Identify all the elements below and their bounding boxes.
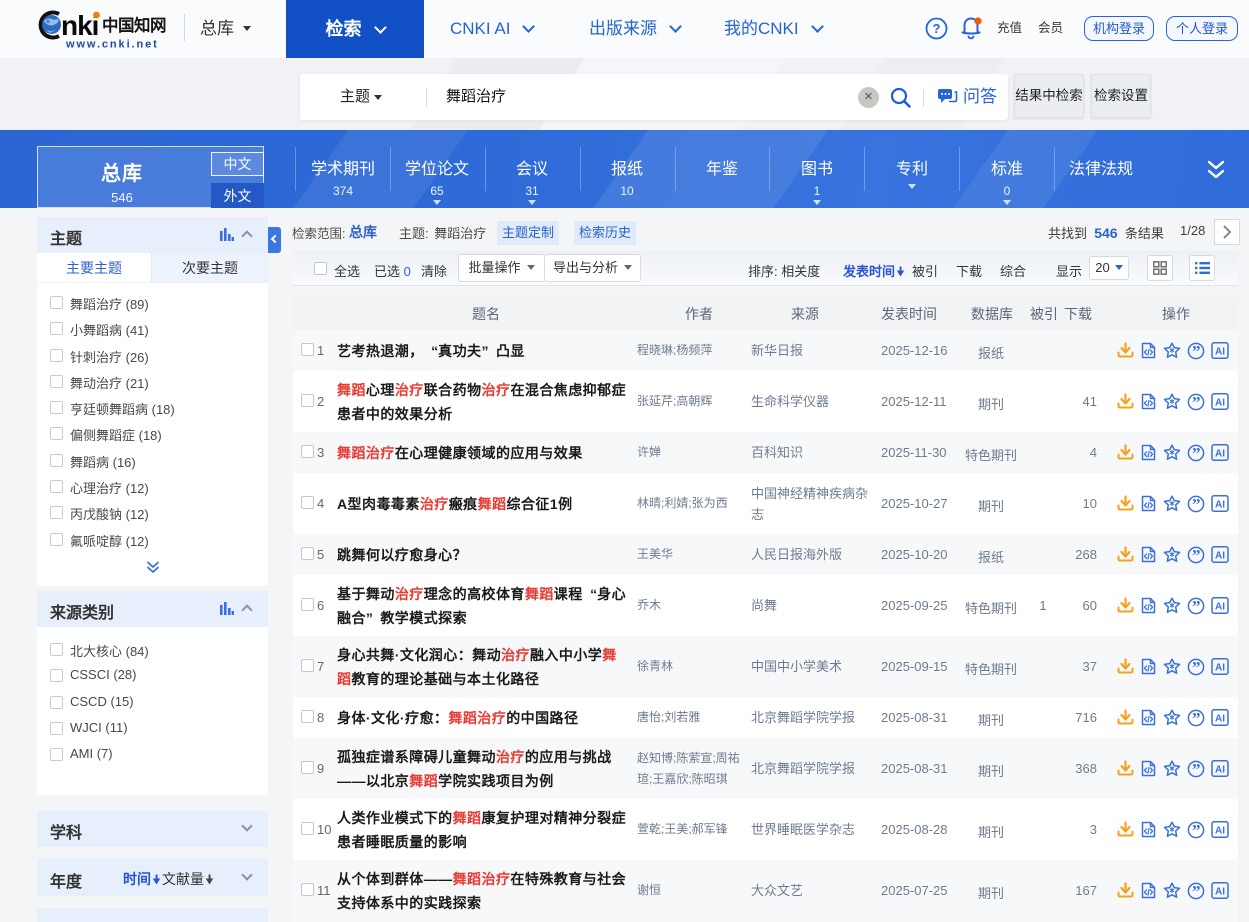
svg-text:”: ” xyxy=(1192,760,1201,778)
svg-text:nki: nki xyxy=(61,10,98,41)
svg-text:AI: AI xyxy=(1215,713,1225,724)
svg-text:”: ” xyxy=(1192,658,1201,676)
svg-text:中国知网: 中国知网 xyxy=(102,15,166,35)
svg-text:AI: AI xyxy=(1215,601,1225,612)
svg-text:AI: AI xyxy=(1215,397,1225,408)
svg-text:AI: AI xyxy=(1215,550,1225,561)
svg-text:”: ” xyxy=(1192,444,1201,462)
svg-text:AI: AI xyxy=(1215,499,1225,510)
svg-text:AI: AI xyxy=(1215,346,1225,357)
svg-text:”: ” xyxy=(1192,821,1201,839)
svg-text:”: ” xyxy=(1192,342,1201,360)
svg-text:www.cnki.net: www.cnki.net xyxy=(65,39,159,51)
svg-text:”: ” xyxy=(1192,882,1201,900)
svg-text:”: ” xyxy=(1192,393,1201,411)
svg-text:”: ” xyxy=(1192,709,1201,727)
svg-text:”: ” xyxy=(1192,546,1201,564)
svg-text:AI: AI xyxy=(1215,662,1225,673)
svg-text:?: ? xyxy=(933,21,941,36)
svg-text:”: ” xyxy=(1192,597,1201,615)
svg-text:AI: AI xyxy=(1215,764,1225,775)
svg-text:AI: AI xyxy=(1215,886,1225,897)
svg-text:AI: AI xyxy=(1215,825,1225,836)
svg-text:AI: AI xyxy=(1215,448,1225,459)
svg-text:”: ” xyxy=(1192,495,1201,513)
